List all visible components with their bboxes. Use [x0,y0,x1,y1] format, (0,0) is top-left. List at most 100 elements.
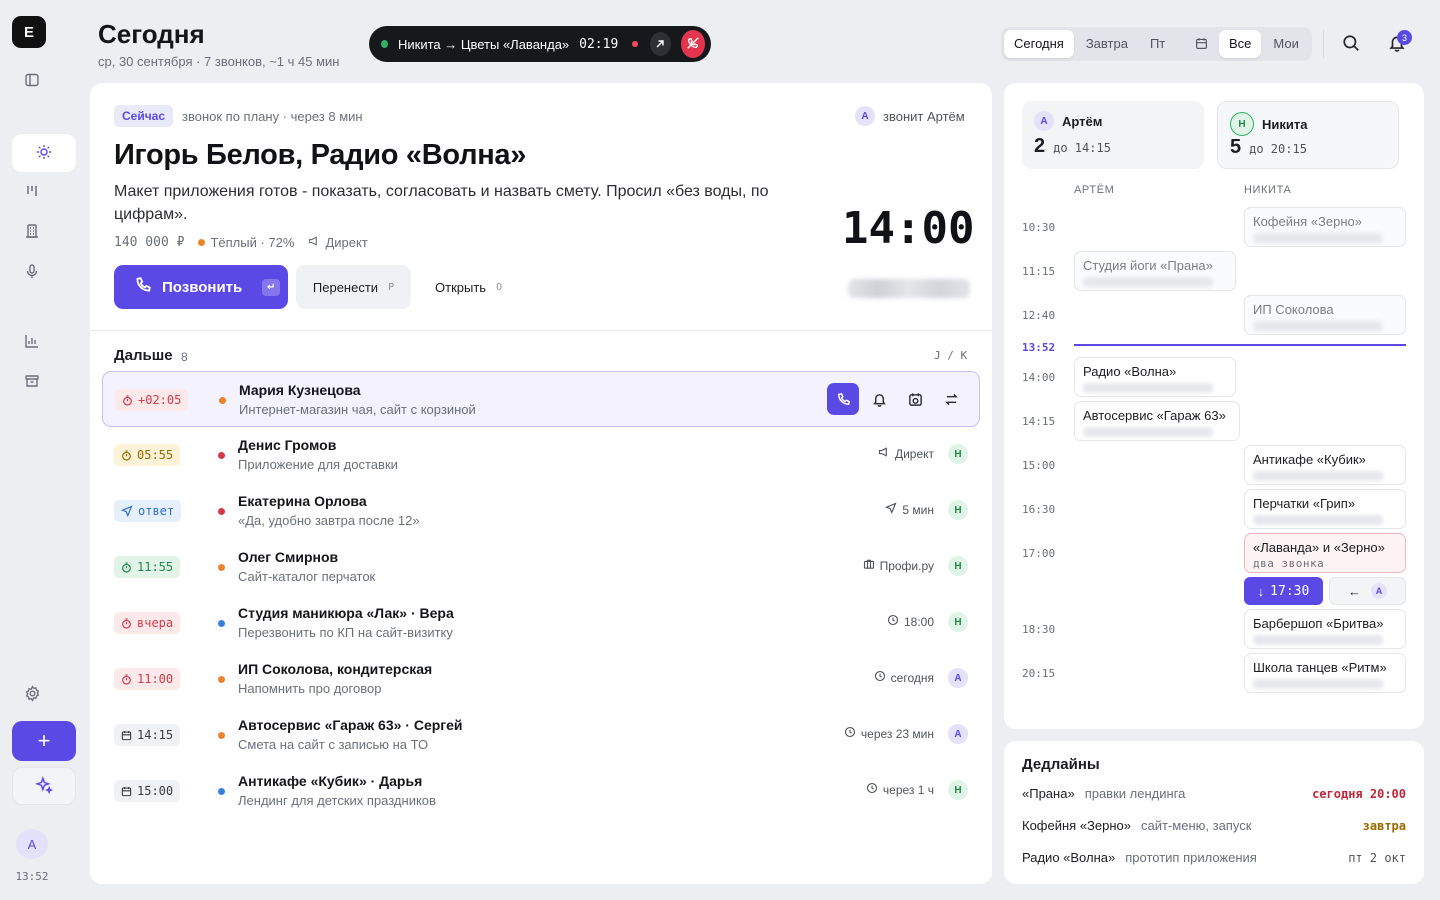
source-label: Директ [325,235,368,250]
call-shortcut: ↵ [262,278,281,296]
queue-row[interactable]: +02:05 Мария Кузнецова Интернет-магазин ча… [102,371,980,427]
deadline-when: пт 2 окт [1348,850,1406,865]
status-dot [218,564,225,571]
row-call-button[interactable] [827,383,859,415]
reassign-button[interactable]: ← А [1329,577,1406,605]
assignee-avatar: Н [948,556,968,576]
deal-amount: 140 000 ₽ [114,235,185,250]
row-transfer-button[interactable] [935,383,967,415]
schedule-event[interactable]: Автосервис «Гараж 63» [1074,401,1240,441]
deadlines-title: Дедлайны [1022,756,1100,773]
blurred-detail [1253,321,1383,331]
tab-mine[interactable]: Мои [1263,30,1308,58]
queue-row[interactable]: вчера Студия маникюра «Лак» · Вера Перезво… [102,595,980,651]
sidebar-toggle-icon[interactable] [12,61,52,99]
page-subtitle: ср, 30 сентября · 7 звонков, ~1 ч 45 мин [98,54,340,69]
calendar-clock-icon [908,392,923,407]
row-meta-label: 18:00 [903,614,934,629]
schedule-event[interactable]: Кофейня «Зерно» [1244,207,1406,247]
event-title: ИП Соколова [1253,302,1334,317]
timer-icon [122,394,133,406]
row-subtitle: Смета на сайт с записью на ТО [238,737,429,752]
active-call-bar[interactable]: Никита → Цветы «Лаванда» 02:19 [369,26,711,62]
deadline-row[interactable]: Кофейня «Зерно» сайт-меню, запуск завтра [1022,818,1406,833]
reschedule-button[interactable]: Перенести P [296,265,411,309]
nav-today[interactable] [12,134,76,172]
queue-row[interactable]: 15:00 Антикафе «Кубик» · Дарья Лендинг для… [102,763,980,819]
schedule-event[interactable]: Радио «Волна» [1074,357,1236,397]
megaphone-icon [878,446,890,461]
person-card-artem[interactable]: А Артём 2 до 14:15 [1022,101,1204,169]
app-logo[interactable]: E [12,16,46,48]
user-avatar[interactable]: А [16,829,48,859]
open-shortcut: O [496,281,503,293]
active-call-timer: 02:19 [579,36,619,52]
open-button[interactable]: Открыть O [435,265,502,309]
nav-clients[interactable] [12,213,52,251]
day-tabs: Сегодня Завтра Пт [1001,27,1230,61]
now-time-label: 13:52 [1022,341,1056,354]
deadline-when: сегодня 20:00 [1312,786,1406,801]
move-later-button[interactable]: ↓ 17:30 [1244,577,1323,605]
tab-friday[interactable]: Пт [1140,30,1175,58]
add-button[interactable]: + [12,721,76,761]
time-label: 15:00 [1022,459,1056,472]
queue-row[interactable]: 05:55 Денис Громов Приложение для доставки… [102,427,980,483]
tab-tomorrow[interactable]: Завтра [1076,30,1138,58]
page-title: Сегодня [98,19,205,49]
schedule-event[interactable]: Перчатки «Грип» [1244,489,1406,529]
queue-row[interactable]: 11:55 Олег Смирнов Сайт-каталог перчаток Пр… [102,539,980,595]
microphone-icon [24,263,40,282]
row-remind-button[interactable] [863,383,895,415]
event-title: Барбершоп «Бритва» [1253,616,1384,631]
end-call-button[interactable] [680,30,706,58]
megaphone-icon [308,235,320,250]
search-button[interactable] [1339,32,1363,56]
time-label: 12:40 [1022,309,1056,322]
queue-nav-hint: J / K [934,349,968,362]
queue-row[interactable]: ответ Екатерина Орлова «Да, удобно завтра … [102,483,980,539]
queue-tag: 14:15 [114,724,181,746]
event-title: Антикафе «Кубик» [1253,452,1366,467]
call-button[interactable]: Позвонить ↵ [114,265,288,309]
timer-icon [121,561,132,573]
queue-row[interactable]: 14:15 Автосервис «Гараж 63» · Сергей Смета… [102,707,980,763]
schedule-event-conflict[interactable]: «Лаванда» и «Зерно» два звонка [1244,533,1406,573]
deadline-row[interactable]: Радио «Волна» прототип приложения пт 2 окт [1022,850,1406,865]
clock: 13:52 [15,870,49,883]
deadline-desc: правки лендинга [1084,786,1186,801]
tab-all[interactable]: Все [1219,30,1262,58]
person-card-nikita[interactable]: Н Никита 5 до 20:15 [1217,101,1399,169]
tab-today[interactable]: Сегодня [1004,30,1074,58]
nav-analytics[interactable] [12,323,52,361]
event-title: Перчатки «Грип» [1253,496,1356,511]
settings-button[interactable] [12,676,52,714]
nav-archive[interactable] [12,363,52,401]
row-meta-label: Профи.ру [879,558,934,573]
row-reschedule-button[interactable] [899,383,931,415]
blurred-detail [1253,471,1383,481]
ai-assistant-button[interactable] [12,767,76,805]
nav-board[interactable] [12,173,52,211]
phone-icon [134,276,152,298]
calendar-icon [1185,36,1218,51]
person-name: Никита [1262,116,1308,132]
queue-row[interactable]: 11:00 ИП Соколова, кондитерская Напомнить … [102,651,980,707]
blurred-detail [1253,679,1383,689]
current-meta: звонок по плану · через 8 мин [182,109,363,124]
assignee-avatar: А [948,668,968,688]
row-title: Денис Громов [238,437,337,453]
lead-source: Директ [308,235,368,250]
calendar-icon [121,730,132,741]
schedule-event[interactable]: Антикафе «Кубик» [1244,445,1406,485]
schedule-event[interactable]: Барбершоп «Бритва» [1244,609,1406,649]
schedule-event[interactable]: Студия йоги «Прана» [1074,251,1236,291]
schedule-event[interactable]: ИП Соколова [1244,295,1406,335]
deadline-row[interactable]: «Прана» правки лендинга сегодня 20:00 [1022,786,1406,801]
expand-call-button[interactable] [649,32,671,56]
event-title: Автосервис «Гараж 63» [1083,408,1226,423]
blurred-detail [1083,427,1213,437]
schedule-event[interactable]: Школа танцев «Ритм» [1244,653,1406,693]
nav-calls[interactable] [12,253,52,291]
queue-tag: 05:55 [114,444,181,466]
